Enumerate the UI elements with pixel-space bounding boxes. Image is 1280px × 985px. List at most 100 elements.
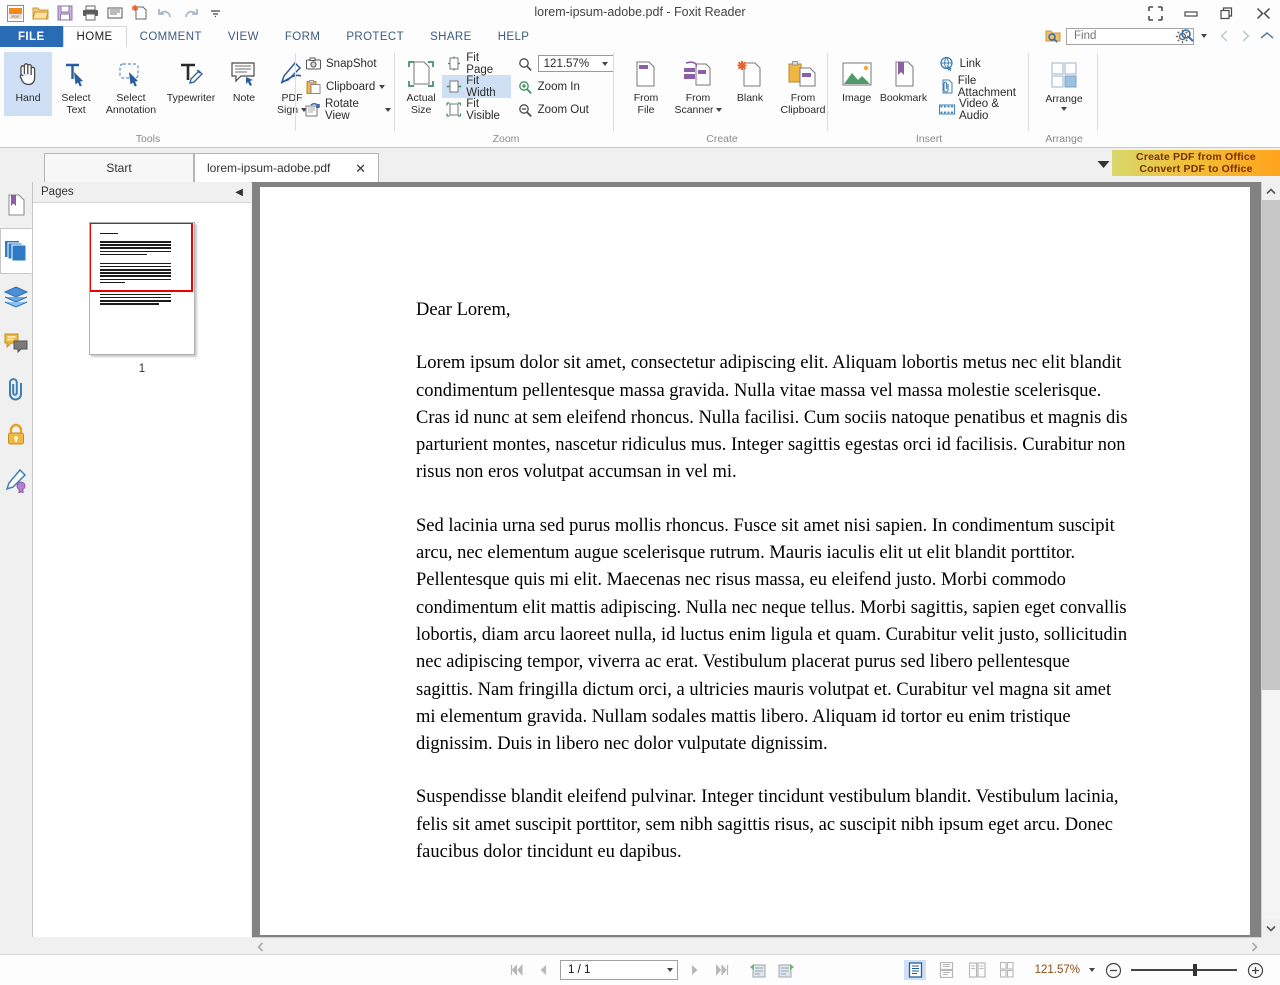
insert-file-attachment-button[interactable]: File Attachment — [935, 75, 1033, 99]
clipboard-dropdown-icon[interactable] — [379, 84, 386, 89]
previous-page-icon[interactable] — [534, 961, 552, 979]
ribbon-group-create: From File From Scanner Blank From Clipbo… — [616, 47, 828, 147]
select-text-button[interactable]: Select Text — [52, 52, 100, 116]
tab-close-icon[interactable]: ✕ — [355, 162, 366, 175]
search-folder-icon[interactable] — [1044, 27, 1062, 45]
previous-view-icon[interactable] — [746, 961, 768, 979]
create-blank-button[interactable]: Blank — [726, 52, 774, 116]
horizontal-scrollbar[interactable] — [252, 937, 1262, 955]
zoom-in-button[interactable]: Zoom In — [515, 75, 618, 98]
create-from-scanner-button[interactable]: From Scanner — [670, 52, 726, 116]
paragraph-greeting: Dear Lorem, — [416, 300, 511, 320]
zoom-slider[interactable] — [1131, 963, 1237, 977]
tab-document[interactable]: lorem-ipsum-adobe.pdf ✕ — [194, 153, 379, 182]
typewriter-button[interactable]: Typewriter — [162, 52, 220, 116]
arrange-dropdown-icon[interactable] — [1061, 106, 1067, 111]
comments-panel-icon[interactable] — [0, 320, 32, 366]
ribbon-tabs: FILE HOME COMMENT VIEW FORM PROTECT SHAR… — [0, 26, 543, 48]
snapshot-button[interactable]: SnapShot — [301, 52, 395, 75]
rotate-view-button[interactable]: Rotate View — [301, 98, 395, 122]
tab-comment[interactable]: COMMENT — [127, 26, 215, 47]
video-audio-icon — [938, 101, 955, 118]
tab-share[interactable]: SHARE — [417, 26, 485, 47]
page-thumbnail-1[interactable] — [89, 222, 195, 355]
insert-link-button[interactable]: Link — [935, 52, 1033, 75]
vertical-scrollbar-thumb[interactable] — [1262, 200, 1280, 690]
create-pdf-from-office-banner[interactable]: Create PDF from Office Convert PDF to Of… — [1112, 150, 1280, 176]
scroll-left-icon[interactable] — [252, 938, 268, 955]
fit-visible-button[interactable]: Fit Visible — [442, 98, 510, 122]
zoom-slider-handle[interactable] — [1193, 964, 1197, 976]
tab-file[interactable]: FILE — [0, 26, 63, 47]
next-view-icon[interactable] — [776, 961, 798, 979]
fit-page-label: Fit Page — [466, 51, 494, 76]
rotate-view-dropdown-icon[interactable] — [385, 107, 391, 112]
tab-help[interactable]: HELP — [485, 26, 543, 47]
pdf-page[interactable]: Dear Lorem, Lorem ipsum dolor sit amet, … — [260, 187, 1250, 935]
single-page-view-icon[interactable] — [904, 960, 926, 980]
status-zoom-dropdown-icon[interactable] — [1089, 968, 1095, 972]
tab-start[interactable]: Start — [44, 153, 194, 182]
create-from-clipboard-button[interactable]: From Clipboard — [774, 52, 832, 116]
actual-size-button[interactable]: Actual Size — [402, 52, 440, 116]
arrange-button[interactable]: Arrange — [1040, 53, 1088, 111]
tab-home[interactable]: HOME — [62, 26, 127, 48]
tab-view[interactable]: VIEW — [215, 26, 272, 47]
document-viewport[interactable]: Dear Lorem, Lorem ipsum dolor sit amet, … — [252, 182, 1262, 937]
last-page-icon[interactable] — [712, 961, 732, 979]
video-audio-label: Video & Audio — [959, 97, 1000, 122]
search-input[interactable] — [1072, 29, 1180, 43]
fit-width-button[interactable]: Fit Width — [442, 75, 511, 99]
attachments-panel-icon[interactable] — [0, 366, 32, 412]
tab-protect[interactable]: PROTECT — [333, 26, 417, 47]
next-icon[interactable] — [1236, 27, 1255, 45]
note-button[interactable]: Note — [220, 52, 268, 116]
zoom-level-combobox[interactable]: 121.57% — [537, 55, 614, 72]
pages-panel-icon[interactable] — [0, 228, 32, 274]
clipboard-icon — [305, 78, 322, 95]
hand-tool-button[interactable]: Hand — [4, 52, 52, 116]
tab-form[interactable]: FORM — [272, 26, 333, 47]
gear-dropdown-icon[interactable] — [1194, 27, 1213, 45]
layers-panel-icon[interactable] — [0, 274, 32, 320]
insert-image-button[interactable]: Image — [835, 52, 878, 121]
status-zoom-out-icon[interactable] — [1104, 961, 1122, 979]
digital-signature-panel-icon[interactable] — [0, 458, 32, 504]
from-file-icon — [631, 57, 661, 91]
select-annotation-button[interactable]: Select Annotation — [100, 52, 162, 116]
facing-view-icon[interactable] — [966, 960, 988, 980]
security-panel-icon[interactable] — [0, 412, 32, 458]
scroll-down-icon[interactable] — [1262, 919, 1280, 937]
restore-icon[interactable] — [1216, 3, 1238, 23]
close-icon[interactable] — [1252, 3, 1274, 23]
bookmarks-panel-icon[interactable] — [0, 182, 32, 228]
thumbnail-selection-box — [90, 223, 193, 292]
first-page-icon[interactable] — [508, 961, 526, 979]
gear-icon[interactable] — [1173, 27, 1192, 45]
tab-overflow-dropdown-icon[interactable] — [1097, 158, 1110, 172]
page-number-combobox[interactable]: 1 / 1 — [560, 960, 678, 980]
status-zoom-in-icon[interactable] — [1246, 961, 1264, 979]
next-page-icon[interactable] — [686, 961, 704, 979]
scroll-right-icon[interactable] — [1246, 938, 1262, 955]
zoom-level-dropdown-icon[interactable] — [599, 61, 612, 66]
vertical-scrollbar[interactable] — [1261, 182, 1280, 937]
fit-page-button[interactable]: Fit Page — [442, 51, 510, 76]
clipboard-button[interactable]: Clipboard — [301, 75, 395, 98]
minimize-icon[interactable] — [1180, 3, 1202, 23]
collapse-ribbon-icon[interactable] — [1257, 27, 1276, 45]
insert-bookmark-button[interactable]: Bookmark — [878, 52, 928, 121]
previous-icon[interactable] — [1215, 27, 1234, 45]
collapse-panel-icon[interactable]: ◀ — [235, 187, 243, 198]
create-from-file-button[interactable]: From File — [622, 52, 670, 116]
from-scanner-dropdown-icon[interactable] — [715, 107, 722, 112]
zoom-out-button[interactable]: Zoom Out — [515, 98, 618, 121]
page-number-dropdown-icon[interactable] — [667, 968, 673, 972]
restore-layout-icon[interactable] — [1144, 3, 1166, 23]
continuous-view-icon[interactable] — [935, 960, 957, 980]
continuous-facing-view-icon[interactable] — [997, 960, 1021, 980]
select-text-label-2: Text — [66, 103, 86, 116]
insert-video-audio-button[interactable]: Video & Audio — [935, 97, 1033, 122]
scroll-up-icon[interactable] — [1262, 182, 1280, 200]
arrange-icon — [1050, 58, 1078, 92]
